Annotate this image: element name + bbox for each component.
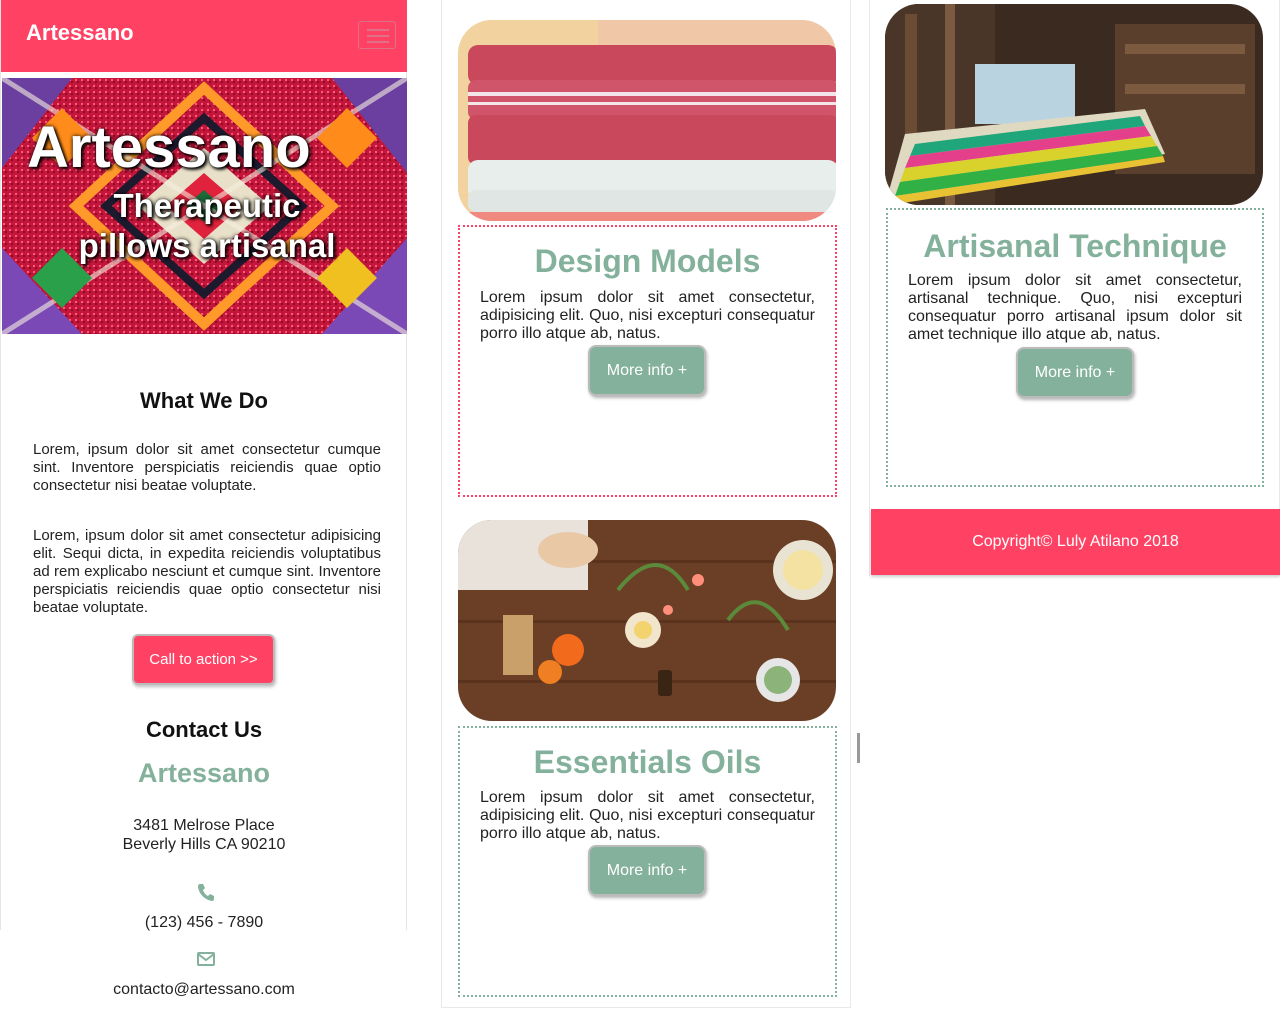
- phone-icon: [198, 884, 214, 901]
- essential-oils-more-info-button[interactable]: More info +: [588, 845, 706, 896]
- essential-oils-card: Essentials Oils Lorem ipsum dolor sit am…: [458, 726, 837, 997]
- email-address[interactable]: contacto@artessano.com: [1, 981, 407, 999]
- footer: Copyright© Luly Atilano 2018: [871, 509, 1280, 575]
- hero-subtitle-line1: Therapeutic: [113, 187, 301, 224]
- hero-title: Artessano: [27, 115, 311, 180]
- contact-heading: Contact Us: [145, 717, 263, 742]
- design-models-title: Design Models: [534, 243, 761, 279]
- navbar: Artessano: [1, 0, 407, 72]
- copyright-text: Copyright© Luly Atilano 2018: [972, 533, 1179, 550]
- artisanal-technique-more-info-button[interactable]: More info +: [1016, 347, 1134, 398]
- hero-subtitle: Therapeutic pillows artisanal: [42, 186, 372, 266]
- navbar-brand[interactable]: Artessano: [26, 20, 134, 46]
- essential-oils-image: [458, 520, 836, 721]
- what-we-do-heading: What We Do: [140, 388, 268, 413]
- phone-number[interactable]: (123) 456 - 7890: [1, 914, 407, 932]
- main-column: Artessano Artessano Therapeutic pillows …: [0, 0, 407, 998]
- what-we-do-paragraph-2: Lorem, ipsum dolor sit amet consectetur …: [33, 527, 381, 616]
- envelope-icon: [197, 952, 215, 966]
- address-line-1: 3481 Melrose Place: [133, 817, 275, 834]
- essential-oils-title: Essentials Oils: [533, 744, 762, 780]
- design-models-more-info-button[interactable]: More info +: [588, 345, 706, 396]
- design-models-text: Lorem ipsum dolor sit amet consectetur, …: [480, 289, 815, 342]
- menu-icon[interactable]: [358, 21, 396, 49]
- hero-subtitle-line2: pillows artisanal: [78, 227, 336, 264]
- what-we-do-paragraph-1: Lorem, ipsum dolor sit amet consectetur …: [33, 441, 381, 494]
- scrollbar-handle[interactable]: [857, 733, 860, 763]
- artisanal-technique-text: Lorem ipsum dolor sit amet consectetur, …: [908, 272, 1242, 343]
- call-to-action-button[interactable]: Call to action >>: [132, 634, 275, 685]
- artisanal-technique-title: Artisanal Technique: [923, 228, 1227, 264]
- design-models-image: [458, 20, 836, 221]
- artisanal-technique-card: Artisanal Technique Lorem ipsum dolor si…: [886, 208, 1264, 487]
- essential-oils-text: Lorem ipsum dolor sit amet consectetur, …: [480, 789, 815, 842]
- design-models-card: Design Models Lorem ipsum dolor sit amet…: [458, 225, 837, 497]
- address-line-2: Beverly Hills CA 90210: [122, 836, 286, 853]
- hero-banner: Artessano Therapeutic pillows artisanal: [2, 78, 407, 334]
- side-column: Artisanal Technique Lorem ipsum dolor si…: [869, 0, 1280, 576]
- contact-brand: Artessano: [137, 758, 271, 788]
- artisanal-technique-image: [885, 4, 1263, 205]
- cards-column: Design Models Lorem ipsum dolor sit amet…: [441, 0, 851, 1008]
